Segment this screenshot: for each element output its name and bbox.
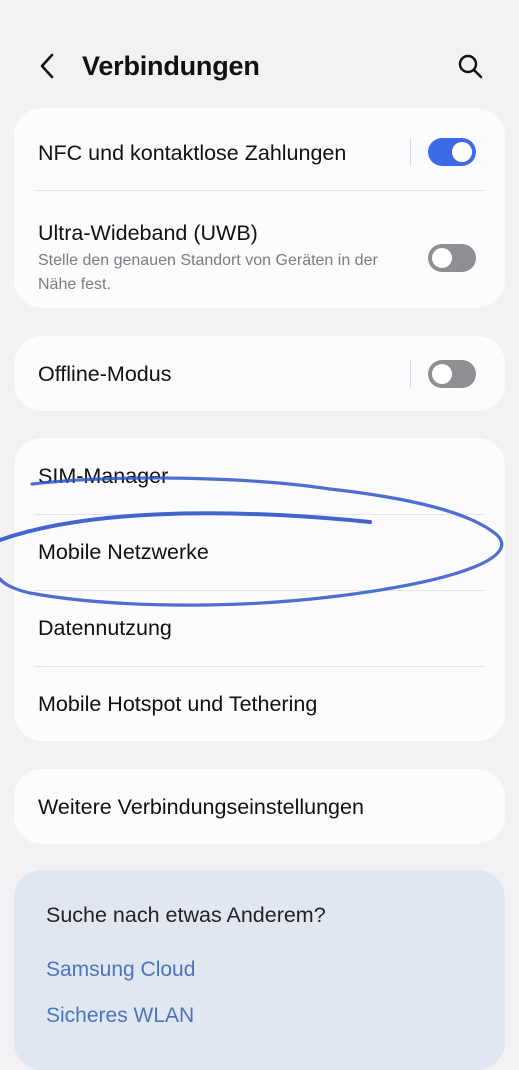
uwb-label: Ultra-Wideband (UWB) bbox=[38, 221, 258, 245]
uwb-row[interactable]: Ultra-Wideband (UWB) Stelle den genauen … bbox=[14, 191, 505, 308]
toggle-knob bbox=[452, 142, 472, 162]
app-header: Verbindungen bbox=[0, 0, 519, 110]
page-title: Verbindungen bbox=[82, 51, 260, 81]
nfc-row[interactable]: NFC und kontaktlose Zahlungen bbox=[14, 108, 505, 192]
toggle-knob bbox=[432, 248, 452, 268]
back-button[interactable] bbox=[30, 48, 66, 84]
more-connection-settings-row[interactable]: Weitere Verbindungseinstellungen bbox=[14, 769, 505, 844]
sim-manager-label: SIM-Manager bbox=[38, 464, 169, 488]
hotspot-tethering-row[interactable]: Mobile Hotspot und Tethering bbox=[14, 667, 505, 741]
offline-mode-label: Offline-Modus bbox=[38, 362, 172, 386]
offline-mode-row[interactable]: Offline-Modus bbox=[14, 336, 505, 411]
data-usage-label: Datennutzung bbox=[38, 616, 172, 640]
mobile-networks-label: Mobile Netzwerke bbox=[38, 540, 209, 564]
data-usage-row[interactable]: Datennutzung bbox=[14, 591, 505, 666]
toggle-knob bbox=[432, 364, 452, 384]
nfc-label: NFC und kontaktlose Zahlungen bbox=[38, 141, 347, 165]
uwb-description: Stelle den genauen Standort von Geräten … bbox=[38, 252, 378, 293]
search-button[interactable] bbox=[452, 48, 488, 84]
samsung-cloud-link[interactable]: Samsung Cloud bbox=[46, 955, 195, 985]
vertical-separator bbox=[410, 360, 411, 388]
settings-group-offline: Offline-Modus bbox=[14, 336, 505, 411]
sim-manager-row[interactable]: SIM-Manager bbox=[14, 438, 505, 514]
settings-group-more: Weitere Verbindungseinstellungen bbox=[14, 769, 505, 844]
offline-mode-toggle[interactable] bbox=[428, 360, 476, 388]
more-connection-settings-label: Weitere Verbindungseinstellungen bbox=[38, 795, 364, 819]
mobile-networks-row[interactable]: Mobile Netzwerke bbox=[14, 515, 505, 590]
hotspot-tethering-label: Mobile Hotspot und Tethering bbox=[38, 692, 318, 716]
uwb-toggle[interactable] bbox=[428, 244, 476, 272]
suggestions-card: Suche nach etwas Anderem? Samsung Cloud … bbox=[14, 870, 505, 1070]
settings-group-mobile: SIM-Manager Mobile Netzwerke Datennutzun… bbox=[14, 438, 505, 741]
chevron-left-icon bbox=[40, 53, 54, 79]
settings-group-nfc-uwb: NFC und kontaktlose Zahlungen Ultra-Wide… bbox=[14, 108, 505, 308]
search-icon bbox=[458, 54, 483, 79]
nfc-toggle[interactable] bbox=[428, 138, 476, 166]
suggestions-title: Suche nach etwas Anderem? bbox=[46, 903, 326, 927]
vertical-separator bbox=[410, 138, 411, 166]
secure-wifi-link[interactable]: Sicheres WLAN bbox=[46, 1001, 194, 1031]
